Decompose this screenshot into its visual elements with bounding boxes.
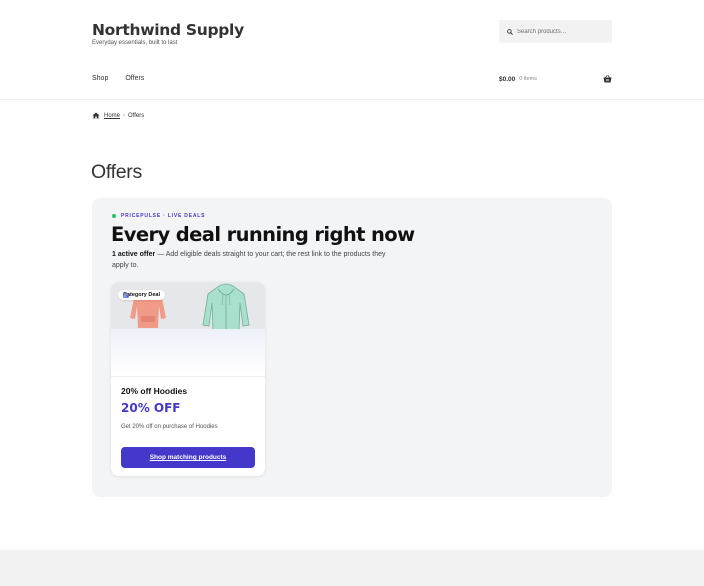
page-title: Offers: [91, 161, 142, 183]
site-footer: [0, 550, 704, 586]
deal-image-fade: [111, 329, 265, 377]
deal-discount: 20% OFF: [121, 401, 181, 415]
site-title[interactable]: Northwind Supply: [92, 20, 244, 40]
home-icon: [92, 112, 100, 119]
deal-type-badge: Category Deal: [118, 290, 165, 300]
nav-item-shop[interactable]: Shop: [92, 75, 108, 82]
deal-image: Category Deal: [111, 282, 265, 329]
site-header: Northwind Supply Everyday essentials, bu…: [0, 0, 704, 100]
offers-count: 1 active offer: [112, 251, 156, 258]
site-tagline: Everyday essentials, built to last: [92, 40, 178, 46]
site-branding: Northwind Supply Everyday essentials, bu…: [92, 20, 244, 46]
breadcrumb-current: Offers: [128, 112, 145, 119]
deal-description: Get 20% off on purchase of Hoodies: [121, 424, 218, 430]
offers-eyebrow: PRICEPULSE · LIVE DEALS: [112, 213, 205, 219]
header-cart[interactable]: $0.00 0 items: [499, 75, 612, 83]
search-box: [499, 20, 612, 43]
live-dot: [112, 214, 116, 218]
nav-item-offers[interactable]: Offers: [125, 75, 144, 82]
offers-headline: Every deal running right now: [111, 223, 415, 246]
breadcrumb-home-link[interactable]: Home: [104, 113, 120, 119]
mint-hoodie-image: [202, 283, 250, 329]
breadcrumb-separator: ›: [123, 112, 126, 119]
eyebrow-label: PRICEPULSE · LIVE DEALS: [121, 213, 206, 219]
search-input[interactable]: [517, 28, 607, 35]
offers-summary: 1 active offer — Add eligible deals stra…: [112, 249, 392, 271]
cart-count[interactable]: 0 items: [519, 76, 537, 82]
deal-name: 20% off Hoodies: [121, 386, 188, 396]
deal-card: Category Deal 20% off Hoodies 20% OFF Ge…: [111, 282, 265, 476]
breadcrumb: Home › Offers: [92, 112, 144, 119]
search-icon: [507, 28, 513, 35]
offers-panel: PRICEPULSE · LIVE DEALS Every deal runni…: [92, 198, 612, 497]
primary-nav: Shop Offers: [92, 75, 144, 82]
basket-icon[interactable]: [603, 75, 612, 83]
tag-icon: [123, 292, 129, 298]
cart-amount[interactable]: $0.00: [499, 76, 515, 83]
shop-matching-products-button[interactable]: Shop matching products: [121, 447, 255, 468]
